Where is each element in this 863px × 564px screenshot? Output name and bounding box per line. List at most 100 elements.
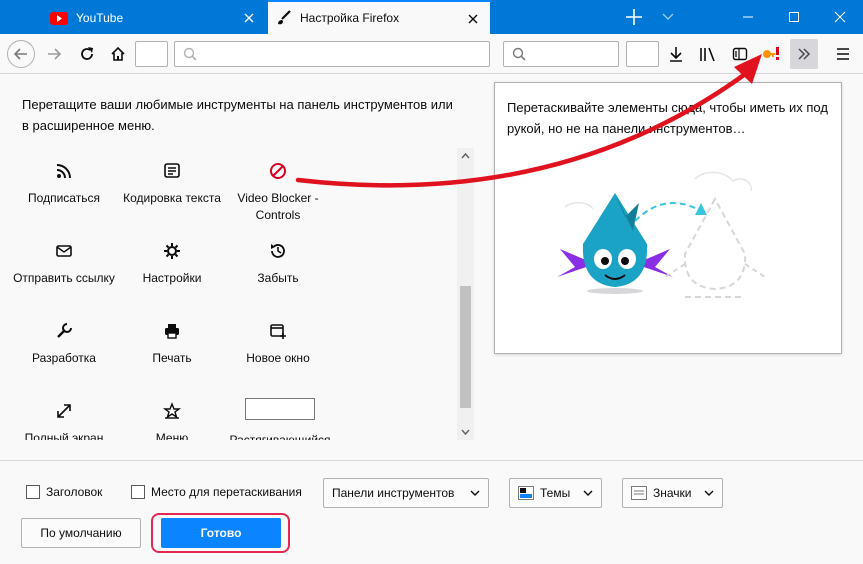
rss-icon: [56, 164, 71, 179]
dropdown-label: Панели инструментов: [332, 486, 455, 500]
text-encoding-icon: [164, 163, 180, 178]
palette-item-new-window[interactable]: Новое окно: [223, 322, 333, 367]
themes-dropdown[interactable]: Темы: [509, 478, 602, 508]
checkbox-box[interactable]: [131, 485, 145, 499]
main-menu-button[interactable]: [829, 40, 857, 68]
dropdown-label: Темы: [540, 486, 571, 500]
palette-item-developer[interactable]: Разработка: [9, 322, 119, 367]
scroll-thumb[interactable]: [460, 286, 471, 408]
checkbox-box[interactable]: [26, 485, 40, 499]
maximize-icon: [789, 12, 799, 22]
close-tab-icon[interactable]: [242, 11, 256, 25]
chevron-down-icon[interactable]: [660, 10, 676, 24]
addon-key-button[interactable]: [757, 40, 785, 68]
star-box-icon: [163, 402, 181, 419]
history-icon: [271, 244, 285, 258]
palette-item-fullscreen[interactable]: Полный экран: [9, 402, 119, 440]
palette-item-label: Подписаться: [28, 191, 100, 205]
minimize-button[interactable]: [725, 0, 771, 34]
density-icon: [631, 486, 647, 500]
checkbox-label: Место для перетаскивания: [151, 485, 302, 499]
reload-button[interactable]: [73, 40, 101, 68]
chevron-down-icon: [704, 490, 714, 496]
palette-scrollbar[interactable]: [457, 148, 474, 440]
back-arrow-icon: [13, 48, 27, 60]
palette-item-label: Растягивающийся: [229, 433, 331, 440]
theme-preview-icon: [518, 486, 534, 500]
palette-item-label: Полный экран: [24, 431, 104, 440]
search-bar[interactable]: [503, 41, 619, 67]
close-tab-icon[interactable]: [466, 12, 480, 26]
mail-icon: [56, 245, 72, 257]
new-tab-icon[interactable]: [624, 8, 644, 26]
palette-item-label: Забыть: [257, 271, 299, 285]
palette-item-label: Video Blocker - Controls: [237, 191, 319, 222]
video-blocker-icon: [270, 163, 286, 179]
toolbars-dropdown[interactable]: Панели инструментов: [323, 478, 489, 508]
overflow-menu-button[interactable]: [790, 39, 818, 69]
tab-youtube[interactable]: YouTube: [40, 2, 266, 34]
palette-item-label: Меню: [155, 431, 189, 440]
palette-item-encoding[interactable]: Кодировка текста: [117, 162, 227, 207]
scroll-down-icon: [461, 429, 470, 436]
youtube-icon: [50, 11, 68, 25]
titlebar-checkbox[interactable]: Заголовок: [26, 485, 102, 499]
new-window-icon: [270, 324, 286, 339]
dragon-illustration: [557, 171, 766, 298]
done-button[interactable]: Готово: [161, 518, 281, 548]
close-window-button[interactable]: [817, 0, 863, 34]
tab-label: Настройка Firefox: [300, 11, 400, 25]
forward-button[interactable]: [40, 40, 68, 68]
palette-item-subscribe[interactable]: Подписаться: [9, 162, 119, 207]
palette-item-label: Новое окно: [246, 351, 310, 365]
library-button[interactable]: [694, 40, 722, 68]
palette-item-email-link[interactable]: Отправить ссылку: [9, 242, 119, 287]
palette-item-label: Кодировка текста: [123, 191, 221, 205]
overflow-panel[interactable]: Перетаскивайте элементы сюда, чтобы имет…: [494, 82, 842, 354]
url-bar[interactable]: [174, 41, 490, 67]
chevron-down-icon: [583, 490, 593, 496]
maximize-button[interactable]: [771, 0, 817, 34]
palette-item-label: Разработка: [32, 351, 96, 365]
palette-item-video-blocker[interactable]: Video Blocker - Controls: [223, 162, 333, 224]
minimize-icon: [743, 16, 753, 18]
forward-arrow-icon: [48, 48, 62, 60]
drag-space-checkbox[interactable]: Место для перетаскивания: [131, 485, 302, 499]
library-icon: [700, 47, 715, 62]
palette-item-label: Настройки: [142, 271, 202, 285]
chevron-down-icon: [470, 490, 480, 496]
toolbar-spacer[interactable]: [626, 41, 659, 67]
overflow-panel-hint: Перетаскивайте элементы сюда, чтобы имет…: [507, 100, 828, 136]
tab-label: YouTube: [76, 11, 124, 25]
restore-defaults-button[interactable]: По умолчанию: [21, 518, 141, 548]
double-chevron-right-icon: [798, 48, 811, 60]
palette-item-label: Отправить ссылку: [13, 271, 115, 285]
title-bar: YouTube Настройка Firefox: [0, 0, 863, 34]
sidebar-icon: [732, 47, 748, 61]
flexible-space-box: [245, 398, 315, 420]
scroll-up-icon: [461, 152, 470, 159]
toolbar-spacer[interactable]: [135, 41, 168, 67]
palette-item-forget[interactable]: Забыть: [223, 242, 333, 287]
brush-icon: [278, 10, 291, 25]
palette-item-menu[interactable]: Меню: [117, 402, 227, 440]
gear-icon: [164, 243, 180, 259]
home-button[interactable]: [104, 40, 132, 68]
palette-item-print[interactable]: Печать: [117, 322, 227, 367]
search-icon: [183, 47, 197, 61]
sidebar-button[interactable]: [726, 40, 754, 68]
palette-item-label: Печать: [152, 351, 192, 365]
reload-icon: [81, 47, 93, 60]
customization-palette: Подписаться Кодировка текста Video Block…: [0, 148, 474, 440]
customize-instructions: Перетащите ваши любимые инструменты на п…: [22, 97, 453, 133]
printer-icon: [165, 324, 179, 339]
density-dropdown[interactable]: Значки: [622, 478, 723, 508]
back-button[interactable]: [7, 40, 35, 68]
dropdown-label: Значки: [653, 486, 692, 500]
downloads-button[interactable]: [662, 40, 690, 68]
key-alert-icon: [763, 47, 779, 60]
tab-customize[interactable]: Настройка Firefox: [268, 0, 490, 34]
palette-item-preferences[interactable]: Настройки: [117, 242, 227, 287]
palette-item-flexible-space[interactable]: Растягивающийся: [223, 398, 337, 440]
navigation-toolbar: [0, 34, 863, 74]
